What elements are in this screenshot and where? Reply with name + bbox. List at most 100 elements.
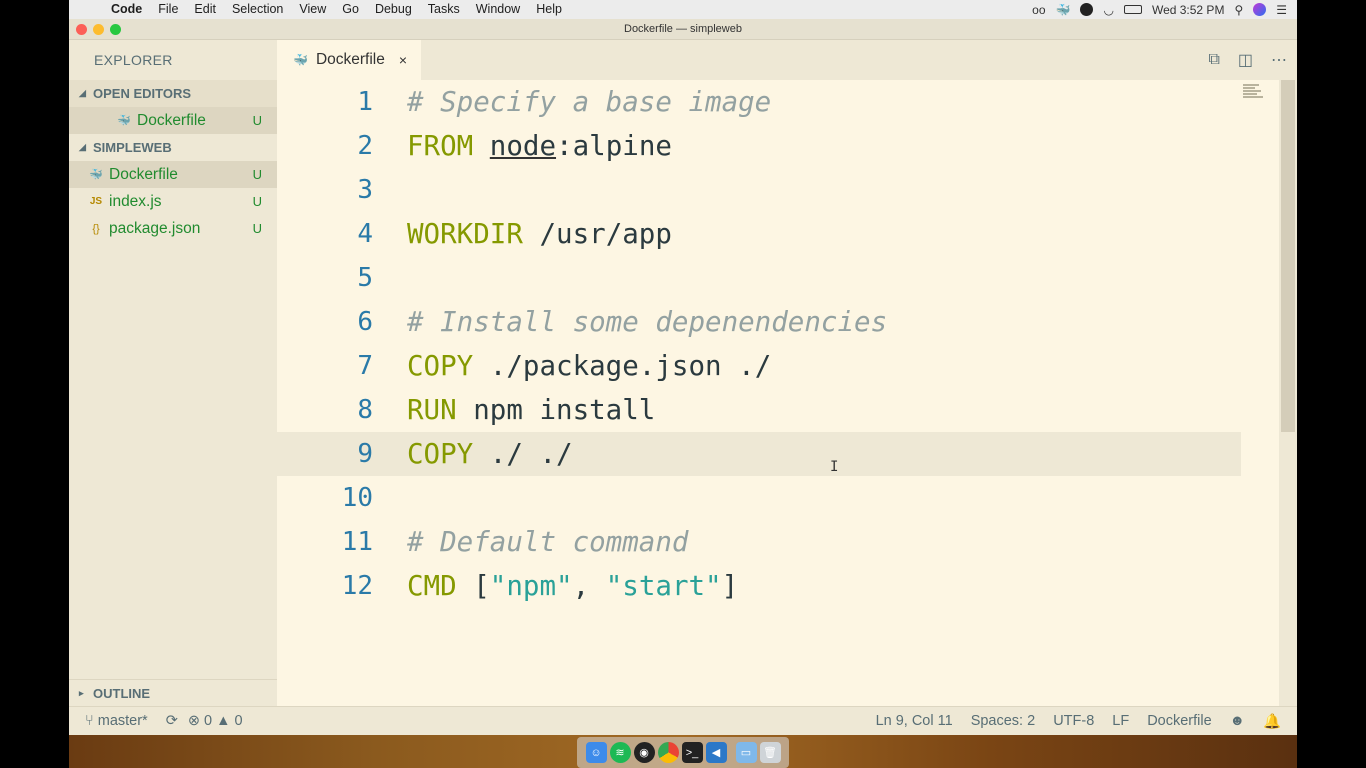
open-editors-label: OPEN EDITORS bbox=[93, 86, 192, 101]
file-item-dockerfile[interactable]: 🐳 Dockerfile U bbox=[69, 161, 277, 188]
menu-debug[interactable]: Debug bbox=[367, 0, 420, 19]
string-token: "start" bbox=[605, 570, 722, 602]
menu-file[interactable]: File bbox=[150, 0, 186, 19]
close-window-button[interactable] bbox=[76, 24, 87, 35]
keyword-token: CMD bbox=[407, 570, 457, 602]
punct-token: , bbox=[572, 570, 606, 602]
editor-area: 🐳 Dockerfile × ⧉ ◫ ⋯ 1 # Specify a base … bbox=[277, 40, 1297, 706]
docker-whale-icon: 🐳 bbox=[293, 53, 308, 67]
spotify-icon[interactable]: ≋ bbox=[609, 742, 631, 763]
title-bar: Dockerfile — simpleweb bbox=[69, 19, 1297, 40]
code-text: COPY ./package.json ./ bbox=[407, 350, 771, 382]
obs-icon[interactable]: ◉ bbox=[633, 742, 655, 763]
line-number: 12 bbox=[341, 571, 373, 601]
code-editor[interactable]: 1 # Specify a base image 2 FROM node:alp… bbox=[277, 80, 1279, 706]
menu-tasks[interactable]: Tasks bbox=[420, 0, 468, 19]
minimap[interactable] bbox=[1243, 84, 1271, 104]
code-text: COPY ./ ./ bbox=[407, 438, 573, 470]
terminal-icon[interactable]: >_ bbox=[681, 742, 703, 763]
arg-token: ./ ./ bbox=[473, 438, 573, 470]
branch-name: master* bbox=[97, 713, 148, 729]
file-name: index.js bbox=[109, 192, 162, 210]
project-header[interactable]: ◢ SIMPLEWEB bbox=[69, 134, 277, 161]
glasses-icon[interactable]: oo bbox=[1032, 3, 1045, 17]
punct-token: ] bbox=[721, 570, 739, 602]
file-item-index-js[interactable]: JS index.js U bbox=[69, 188, 277, 215]
menu-go[interactable]: Go bbox=[334, 0, 367, 19]
indentation[interactable]: Spaces: 2 bbox=[971, 713, 1036, 729]
folder-icon[interactable]: ▭ bbox=[735, 742, 757, 763]
language-mode[interactable]: Dockerfile bbox=[1147, 713, 1211, 729]
dock: ☺ ≋ ◉ >_ ◀ ▭ 🗑 bbox=[577, 737, 789, 768]
encoding[interactable]: UTF-8 bbox=[1053, 713, 1094, 729]
wifi-icon[interactable]: ◡ bbox=[1103, 3, 1113, 17]
menu-extras: oo 🐳 ◡ Wed 3:52 PM ⚲ ☰ bbox=[1032, 3, 1297, 17]
menu-app-name[interactable]: Code bbox=[103, 0, 150, 19]
window-controls bbox=[76, 24, 121, 35]
scrollbar-thumb[interactable] bbox=[1281, 80, 1295, 432]
close-icon[interactable]: × bbox=[399, 52, 407, 68]
spotlight-search-icon[interactable]: ⚲ bbox=[1234, 3, 1243, 17]
git-branch-icon: ⑂ bbox=[85, 713, 94, 729]
menu-window[interactable]: Window bbox=[468, 0, 528, 19]
open-editor-item-dockerfile[interactable]: 🐳 Dockerfile U bbox=[69, 107, 277, 134]
chrome-icon[interactable] bbox=[657, 742, 679, 763]
editor-actions: ⧉ ◫ ⋯ bbox=[1208, 40, 1287, 80]
feedback-smiley-icon[interactable]: ☻ bbox=[1230, 713, 1245, 729]
branch-indicator[interactable]: ⑂ master* bbox=[85, 713, 148, 729]
sync-icon[interactable]: ⟳ bbox=[166, 713, 178, 729]
tab-bar: 🐳 Dockerfile × ⧉ ◫ ⋯ bbox=[277, 40, 1297, 80]
split-editor-icon[interactable]: ◫ bbox=[1238, 50, 1253, 70]
obs-icon[interactable] bbox=[1080, 3, 1094, 16]
open-editors-header[interactable]: ◢ OPEN EDITORS bbox=[69, 80, 277, 107]
status-bar: ⑂ master* ⟳ ⊗ 0 ▲ 0 Ln 9, Col 11 Spaces:… bbox=[69, 706, 1297, 735]
code-text: CMD ["npm", "start"] bbox=[407, 570, 738, 602]
code-text: # Specify a base image bbox=[407, 86, 772, 118]
untracked-badge: U bbox=[252, 194, 262, 209]
vscode-window: Dockerfile — simpleweb EXPLORER ◢ OPEN E… bbox=[69, 19, 1297, 735]
tab-dockerfile[interactable]: 🐳 Dockerfile × bbox=[277, 40, 422, 80]
notification-center-icon[interactable]: ☰ bbox=[1276, 3, 1287, 17]
line-number: 7 bbox=[357, 351, 373, 381]
siri-icon[interactable] bbox=[1253, 3, 1267, 16]
minimize-window-button[interactable] bbox=[93, 24, 104, 35]
code-text: WORKDIR /usr/app bbox=[407, 218, 672, 250]
menu-selection[interactable]: Selection bbox=[224, 0, 291, 19]
string-token: "npm" bbox=[489, 570, 573, 602]
open-editor-name: Dockerfile bbox=[137, 111, 206, 129]
keyword-token: WORKDIR bbox=[407, 218, 523, 250]
notifications-bell-icon[interactable]: 🔔 bbox=[1263, 713, 1281, 730]
end-of-line[interactable]: LF bbox=[1112, 713, 1129, 729]
open-preview-icon[interactable]: ⧉ bbox=[1208, 51, 1219, 69]
error-count: 0 bbox=[204, 713, 213, 729]
menu-help[interactable]: Help bbox=[528, 0, 570, 19]
trash-icon[interactable]: 🗑 bbox=[759, 742, 781, 763]
code-text: # Default command bbox=[407, 526, 689, 558]
line-number: 3 bbox=[357, 175, 373, 205]
more-actions-icon[interactable]: ⋯ bbox=[1271, 50, 1287, 70]
keyword-token: FROM bbox=[407, 130, 474, 162]
json-file-icon: {} bbox=[92, 222, 100, 235]
clock-text[interactable]: Wed 3:52 PM bbox=[1152, 3, 1224, 17]
code-line: 3 bbox=[277, 168, 1241, 212]
file-name: Dockerfile bbox=[109, 165, 178, 183]
warning-count: 0 bbox=[234, 713, 243, 729]
cursor-position[interactable]: Ln 9, Col 11 bbox=[876, 713, 953, 729]
vscode-icon[interactable]: ◀ bbox=[705, 742, 727, 763]
file-item-package-json[interactable]: {} package.json U bbox=[69, 215, 277, 242]
chevron-down-icon: ◢ bbox=[79, 88, 86, 98]
docker-whale-icon[interactable]: 🐳 bbox=[1056, 3, 1071, 17]
outline-header[interactable]: ▸ OUTLINE bbox=[69, 679, 277, 706]
zoom-window-button[interactable] bbox=[110, 24, 121, 35]
battery-icon[interactable] bbox=[1123, 5, 1142, 14]
code-line: 6 # Install some depenendencies bbox=[277, 300, 1241, 344]
finder-icon[interactable]: ☺ bbox=[585, 742, 607, 763]
menu-view[interactable]: View bbox=[291, 0, 334, 19]
image-token: node bbox=[489, 130, 557, 162]
code-line: 7 COPY ./package.json ./ bbox=[277, 344, 1241, 388]
menu-edit[interactable]: Edit bbox=[186, 0, 224, 19]
line-number: 5 bbox=[357, 263, 373, 293]
vertical-scrollbar[interactable] bbox=[1279, 80, 1297, 706]
tab-label: Dockerfile bbox=[315, 51, 385, 68]
problems-indicator[interactable]: ⊗ 0 ▲ 0 bbox=[188, 713, 243, 729]
